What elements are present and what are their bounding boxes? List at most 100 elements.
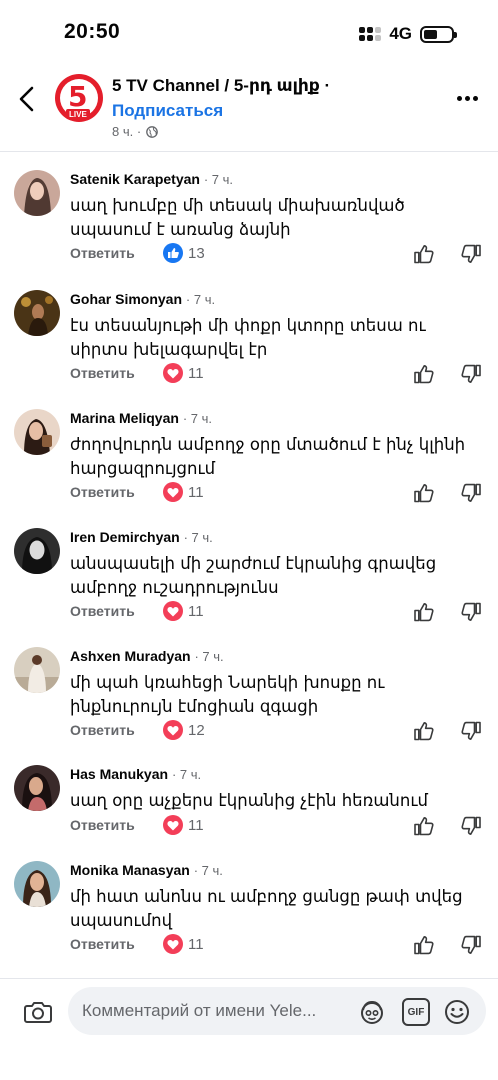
camera-icon[interactable] [24, 999, 52, 1025]
avatar[interactable] [14, 170, 60, 216]
comment-header: Iren Demirchyan · 7 ч. [70, 529, 213, 545]
comment-header: Satenik Karapetyan · 7 ч. [70, 171, 233, 187]
status-indicators: 4G [359, 24, 457, 44]
comment-text: անսպասելի մի շարժում էկրանից գրավեց ամբո… [70, 554, 437, 597]
love-reaction-icon [163, 482, 183, 502]
love-reaction-icon [163, 815, 183, 835]
commenter-name[interactable]: Gohar Simonyan [70, 291, 182, 307]
comment-header: Marina Meliqyan · 7 ч. [70, 410, 212, 426]
reaction-summary[interactable]: 12 [163, 720, 205, 740]
avatar-sticker-icon[interactable] [358, 998, 386, 1026]
commenter-name[interactable]: Monika Manasyan [70, 862, 190, 878]
comment-text: սաղ օրը աչքերս էկրանից չէին հեռանում [70, 791, 428, 810]
comment-text: սաղ խումբը մի տեսակ միախառնված սպասում է… [70, 196, 405, 239]
upvote-icon[interactable] [413, 934, 435, 956]
post-meta: 8 ч. · [112, 124, 159, 139]
downvote-icon[interactable] [460, 363, 482, 385]
reaction-summary[interactable]: 11 [163, 815, 204, 835]
status-time: 20:50 [64, 20, 121, 43]
comment-actions: Ответить 11 [70, 934, 204, 954]
comment-actions: Ответить 11 [70, 363, 204, 383]
avatar[interactable] [14, 647, 60, 693]
reply-button[interactable]: Ответить [70, 245, 163, 261]
comment-input[interactable] [82, 987, 344, 1035]
signal-icon [359, 27, 382, 41]
reaction-count: 11 [188, 935, 204, 953]
comment-text: ժողովուրդն ամբողջ օրը մտածում է ինչ կլին… [70, 435, 466, 478]
reply-button[interactable]: Ответить [70, 484, 163, 500]
upvote-icon[interactable] [413, 815, 435, 837]
comment-text: էս տեսանյութի մի փոքր կտորը տեսա ու սիրտ… [70, 316, 426, 359]
reply-button[interactable]: Ответить [70, 603, 163, 619]
network-type: 4G [389, 24, 412, 43]
reply-button[interactable]: Ответить [70, 722, 163, 738]
reaction-count: 11 [188, 483, 204, 501]
chevron-left-icon[interactable] [14, 84, 40, 114]
love-reaction-icon [163, 934, 183, 954]
reaction-count: 11 [188, 602, 204, 620]
comment-time: · 7 ч. [203, 172, 234, 187]
comment-item: Ashxen Muradyan · 7 ч. մի պահ կռահեցի Նա… [0, 630, 498, 748]
comment-actions: Ответить 11 [70, 482, 204, 502]
comment-item: Has Manukyan · 7 ч. սաղ օրը աչքերս էկրան… [0, 748, 498, 844]
emoji-icon[interactable] [443, 998, 471, 1026]
comment-time: · 7 ч. [185, 292, 216, 307]
reaction-count: 13 [188, 244, 205, 262]
comment-item: Iren Demirchyan · 7 ч. անսպասելի մի շարժ… [0, 511, 498, 630]
avatar[interactable] [14, 409, 60, 455]
commenter-name[interactable]: Satenik Karapetyan [70, 171, 200, 187]
downvote-icon[interactable] [460, 482, 482, 504]
comment-header: Gohar Simonyan · 7 ч. [70, 291, 215, 307]
upvote-icon[interactable] [413, 720, 435, 742]
comment-header: Ashxen Muradyan · 7 ч. [70, 648, 224, 664]
reaction-count: 11 [188, 364, 204, 382]
more-horizontal-icon[interactable] [457, 96, 478, 101]
comment-time: · 7 ч. [182, 411, 212, 426]
comment-header: Monika Manasyan · 7 ч. [70, 862, 223, 878]
reply-button[interactable]: Ответить [70, 936, 163, 952]
upvote-icon[interactable] [413, 482, 435, 504]
avatar[interactable] [14, 861, 60, 907]
comment-actions: Ответить 11 [70, 601, 204, 621]
comment-actions: Ответить 13 [70, 243, 205, 263]
comment-item: Satenik Karapetyan · 7 ч. սաղ խումբը մի … [0, 153, 498, 273]
comment-composer: GIF [0, 978, 498, 1080]
downvote-icon[interactable] [460, 720, 482, 742]
commenter-name[interactable]: Marina Meliqyan [70, 410, 179, 426]
avatar[interactable] [14, 290, 60, 336]
comment-item: Gohar Simonyan · 7 ч. էս տեսանյութի մի փ… [0, 273, 498, 392]
comment-input-box[interactable]: GIF [68, 987, 486, 1035]
reaction-summary[interactable]: 11 [163, 934, 204, 954]
page-avatar[interactable]: 5 LIVE [55, 74, 103, 122]
reply-button[interactable]: Ответить [70, 365, 163, 381]
reaction-summary[interactable]: 11 [163, 482, 204, 502]
downvote-icon[interactable] [460, 243, 482, 265]
reaction-summary[interactable]: 13 [163, 243, 205, 263]
avatar[interactable] [14, 765, 60, 811]
status-bar: 20:50 4G [0, 0, 498, 64]
comment-actions: Ответить 11 [70, 815, 204, 835]
reaction-count: 12 [188, 721, 205, 739]
comment-time: · 7 ч. [183, 530, 213, 545]
commenter-name[interactable]: Iren Demirchyan [70, 529, 180, 545]
gif-icon[interactable]: GIF [402, 998, 430, 1026]
reaction-summary[interactable]: 11 [163, 363, 204, 383]
downvote-icon[interactable] [460, 815, 482, 837]
upvote-icon[interactable] [413, 243, 435, 265]
downvote-icon[interactable] [460, 934, 482, 956]
live-badge: LIVE [66, 109, 90, 120]
page-name[interactable]: 5 TV Channel / 5-րդ ալիք · [112, 76, 330, 96]
commenter-name[interactable]: Ashxen Muradyan [70, 648, 191, 664]
commenter-name[interactable]: Has Manukyan [70, 766, 168, 782]
subscribe-button[interactable]: Подписаться [112, 101, 223, 121]
avatar[interactable] [14, 528, 60, 574]
logo-text: 5 [68, 80, 88, 113]
reply-button[interactable]: Ответить [70, 817, 163, 833]
reaction-summary[interactable]: 11 [163, 601, 204, 621]
downvote-icon[interactable] [460, 601, 482, 623]
reaction-count: 11 [188, 816, 204, 834]
upvote-icon[interactable] [413, 601, 435, 623]
post-header: 5 LIVE 5 TV Channel / 5-րդ ալիք · Подпис… [0, 66, 498, 152]
love-reaction-icon [163, 720, 183, 740]
upvote-icon[interactable] [413, 363, 435, 385]
